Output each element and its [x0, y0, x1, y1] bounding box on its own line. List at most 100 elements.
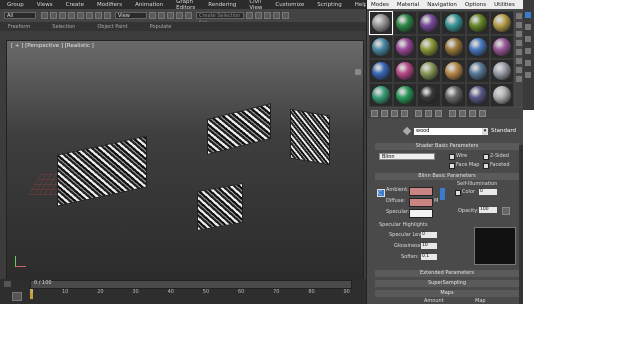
wire-checkbox[interactable] — [449, 154, 455, 160]
percent-snap-icon[interactable] — [176, 12, 183, 19]
show-map-in-viewport-icon[interactable] — [449, 110, 456, 117]
sample-slot[interactable] — [369, 83, 394, 107]
sample-slot[interactable] — [393, 83, 418, 107]
viewcube-icon[interactable] — [355, 69, 361, 75]
selection-filter-dropdown[interactable]: All — [4, 12, 36, 19]
self-illum-color-checkbox[interactable] — [455, 190, 461, 196]
create-panel-icon[interactable] — [525, 12, 531, 18]
sample-slot[interactable] — [417, 35, 442, 59]
select-by-material-icon[interactable] — [516, 76, 522, 82]
ribbon-tab-populate[interactable]: Populate — [150, 24, 172, 30]
mini-listener-icon[interactable] — [4, 281, 11, 287]
spinner-snap-icon[interactable] — [185, 12, 192, 19]
faceted-checkbox[interactable] — [483, 163, 489, 169]
menu-animation[interactable]: Animation — [135, 2, 163, 8]
wood-box-small[interactable] — [197, 182, 243, 232]
sample-slot[interactable] — [393, 11, 418, 35]
scale-icon[interactable] — [95, 12, 102, 19]
material-type-button[interactable]: Standard — [491, 128, 516, 134]
specular-color-swatch[interactable] — [409, 209, 433, 218]
chevron-down-icon[interactable]: ▾ — [482, 128, 488, 135]
wood-box-back[interactable] — [207, 103, 271, 155]
sample-slot[interactable] — [489, 11, 514, 35]
go-forward-sibling-icon[interactable] — [479, 110, 486, 117]
wood-box-large[interactable] — [57, 135, 147, 207]
motion-panel-icon[interactable] — [525, 48, 531, 54]
modify-panel-icon[interactable] — [525, 24, 531, 30]
self-illum-value-field[interactable]: 0 — [479, 189, 497, 195]
layer-icon[interactable] — [264, 12, 271, 19]
two-sided-checkbox[interactable] — [483, 154, 489, 160]
menu-modifiers[interactable]: Modifiers — [97, 2, 122, 8]
rectangular-selection-icon[interactable] — [59, 12, 66, 19]
get-material-icon[interactable] — [371, 110, 378, 117]
wood-box-right[interactable] — [290, 108, 330, 166]
mirror-icon[interactable] — [246, 12, 253, 19]
sample-slot[interactable] — [489, 59, 514, 83]
rollout-blinn-basic-parameters[interactable]: Blinn Basic Parameters — [375, 173, 519, 180]
ribbon-tab-object-paint[interactable]: Object Paint — [97, 24, 127, 30]
sample-slot[interactable] — [441, 59, 466, 83]
lock-ambient-diffuse-icon[interactable]: C — [377, 189, 385, 197]
sample-slot[interactable] — [489, 83, 514, 107]
menu-modes[interactable]: Modes — [371, 2, 389, 8]
menu-views[interactable]: Views — [37, 2, 53, 8]
sample-slot[interactable] — [417, 83, 442, 107]
sample-slot[interactable] — [489, 35, 514, 59]
put-to-scene-icon[interactable] — [381, 110, 388, 117]
hierarchy-panel-icon[interactable] — [525, 36, 531, 42]
curve-editor-icon[interactable] — [273, 12, 280, 19]
selection-set-field[interactable]: Create Selection Set — [196, 12, 244, 26]
shader-type-dropdown[interactable]: Blinn — [379, 153, 435, 160]
sample-slot[interactable] — [441, 11, 466, 35]
diffuse-map-button[interactable]: M — [434, 198, 438, 204]
select-object-icon[interactable] — [41, 12, 48, 19]
opacity-field[interactable]: 100 — [479, 207, 497, 213]
uv-tiling-icon[interactable] — [516, 40, 522, 46]
show-end-result-icon[interactable] — [459, 110, 466, 117]
rollout-maps[interactable]: Maps — [375, 290, 519, 297]
angle-snap-icon[interactable] — [167, 12, 174, 19]
menu-material[interactable]: Material — [397, 2, 419, 8]
soften-field[interactable]: 0.1 — [421, 254, 437, 260]
menu-scripting[interactable]: Scripting — [317, 2, 341, 8]
ribbon-tab-selection[interactable]: Selection — [52, 24, 75, 30]
make-unique-icon[interactable] — [415, 110, 422, 117]
glossiness-field[interactable]: 10 — [421, 243, 437, 249]
specular-level-field[interactable]: 0 — [421, 232, 437, 238]
perspective-viewport[interactable]: [ + ] [Perspective ] [Realistic ] — [6, 40, 364, 280]
ambient-color-swatch[interactable] — [409, 187, 433, 196]
assign-to-selection-icon[interactable] — [391, 110, 398, 117]
backlight-icon[interactable] — [516, 22, 522, 28]
rollout-shader-basic-parameters[interactable]: Shader Basic Parameters — [375, 143, 519, 150]
menu-navigation[interactable]: Navigation — [427, 2, 457, 8]
time-slider[interactable] — [30, 280, 352, 289]
sample-slot[interactable] — [369, 11, 394, 35]
sample-slot[interactable] — [369, 35, 394, 59]
sample-slot[interactable] — [465, 11, 490, 35]
rollout-supersampling[interactable]: SuperSampling — [375, 280, 519, 287]
go-to-parent-icon[interactable] — [469, 110, 476, 117]
sample-slot[interactable] — [417, 11, 442, 35]
rollout-extended-parameters[interactable]: Extended Parameters — [375, 270, 519, 277]
placement-icon[interactable] — [104, 12, 111, 19]
ribbon-tab-freeform[interactable]: Freeform — [8, 24, 30, 30]
pick-material-eyedropper-icon[interactable] — [402, 126, 412, 136]
sample-slot[interactable] — [465, 83, 490, 107]
key-filter-icon[interactable] — [12, 292, 22, 301]
schematic-icon[interactable] — [282, 12, 289, 19]
background-icon[interactable] — [516, 31, 522, 37]
video-check-icon[interactable] — [516, 49, 522, 55]
sample-slot[interactable] — [417, 59, 442, 83]
sample-slot[interactable] — [393, 35, 418, 59]
menu-create[interactable]: Create — [66, 2, 84, 8]
timeline-ruler[interactable]: 0 10 20 30 40 50 60 70 80 90 — [30, 289, 350, 301]
menu-rendering[interactable]: Rendering — [208, 2, 236, 8]
rotate-icon[interactable] — [86, 12, 93, 19]
options-icon[interactable] — [516, 67, 522, 73]
utilities-panel-icon[interactable] — [525, 72, 531, 78]
reference-coordinate-dropdown[interactable]: View — [115, 12, 147, 19]
pivot-icon[interactable] — [149, 12, 156, 19]
sample-slot[interactable] — [465, 59, 490, 83]
sample-type-icon[interactable] — [516, 13, 522, 19]
